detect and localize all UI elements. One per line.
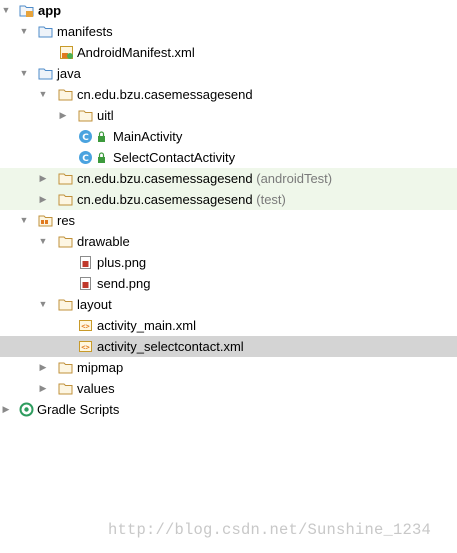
tree-label-layout: layout bbox=[77, 297, 112, 312]
tree-label-package-main: cn.edu.bzu.casemessagesend bbox=[77, 87, 253, 102]
tree-node-java[interactable]: ▼ java bbox=[0, 63, 457, 84]
source-set-suffix: (test) bbox=[256, 192, 286, 207]
tree-node-gradle-scripts[interactable]: ▶ Gradle Scripts bbox=[0, 399, 457, 420]
tree-node-main-activity[interactable]: C MainActivity bbox=[0, 126, 457, 147]
svg-text:C: C bbox=[82, 154, 89, 164]
tree-label-main-activity: MainActivity bbox=[113, 129, 183, 144]
tree-node-activity-main-xml[interactable]: <> activity_main.xml bbox=[0, 315, 457, 336]
expand-arrow-icon[interactable]: ▼ bbox=[0, 0, 12, 21]
tree-label-plus-png: plus.png bbox=[97, 255, 147, 270]
package-name: cn.edu.bzu.casemessagesend bbox=[77, 171, 253, 186]
tree-node-activity-selectcontact-xml[interactable]: <> activity_selectcontact.xml bbox=[0, 336, 457, 357]
tree-label-java: java bbox=[57, 66, 81, 81]
collapse-arrow-icon[interactable]: ▶ bbox=[0, 399, 12, 420]
folder-icon bbox=[58, 236, 73, 248]
tree-node-values[interactable]: ▶ values bbox=[0, 378, 457, 399]
collapse-arrow-icon[interactable]: ▶ bbox=[37, 189, 49, 210]
collapse-arrow-icon[interactable]: ▶ bbox=[37, 378, 49, 399]
collapse-arrow-icon[interactable]: ▶ bbox=[37, 168, 49, 189]
expand-arrow-icon[interactable]: ▼ bbox=[18, 210, 30, 231]
tree-label-activity-selectcontact-xml: activity_selectcontact.xml bbox=[97, 339, 244, 354]
tree-label-app: app bbox=[38, 3, 62, 18]
package-folder-icon bbox=[78, 110, 93, 122]
watermark-text: http://blog.csdn.net/Sunshine_1234 bbox=[108, 521, 432, 539]
svg-text:C: C bbox=[82, 133, 89, 143]
tree-node-uitl[interactable]: ▶ uitl bbox=[0, 105, 457, 126]
folder-icon bbox=[38, 26, 53, 38]
image-file-icon bbox=[80, 277, 91, 290]
tree-node-layout[interactable]: ▼ layout bbox=[0, 294, 457, 315]
folder-icon bbox=[38, 68, 53, 80]
tree-label-mipmap: mipmap bbox=[77, 360, 124, 375]
tree-label-send-png: send.png bbox=[97, 276, 151, 291]
lock-icon bbox=[98, 152, 105, 163]
expand-arrow-icon[interactable]: ▼ bbox=[18, 21, 30, 42]
tree-node-send-png[interactable]: send.png bbox=[0, 273, 457, 294]
tree-label-android-manifest: AndroidManifest.xml bbox=[77, 45, 195, 60]
tree-node-package-test[interactable]: ▶ cn.edu.bzu.casemessagesend (test) bbox=[0, 189, 457, 210]
tree-node-manifests[interactable]: ▼ manifests bbox=[0, 21, 457, 42]
tree-label-res: res bbox=[57, 213, 76, 228]
tree-label-package-test: cn.edu.bzu.casemessagesend (test) bbox=[77, 189, 286, 210]
layout-xml-file-icon: <> bbox=[79, 320, 92, 331]
expand-arrow-icon[interactable]: ▼ bbox=[18, 63, 30, 84]
tree-label-package-android-test: cn.edu.bzu.casemessagesend (androidTest) bbox=[77, 168, 332, 189]
resources-folder-icon bbox=[38, 215, 53, 227]
tree-node-android-manifest[interactable]: AndroidManifest.xml bbox=[0, 42, 457, 63]
tree-node-drawable[interactable]: ▼ drawable bbox=[0, 231, 457, 252]
expand-arrow-icon[interactable]: ▼ bbox=[37, 294, 49, 315]
tree-node-app[interactable]: ▼ app bbox=[0, 0, 457, 21]
expand-arrow-icon[interactable]: ▼ bbox=[37, 231, 49, 252]
tree-node-package-android-test[interactable]: ▶ cn.edu.bzu.casemessagesend (androidTes… bbox=[0, 168, 457, 189]
package-folder-icon bbox=[58, 194, 73, 206]
package-name: cn.edu.bzu.casemessagesend bbox=[77, 192, 253, 207]
svg-text:<>: <> bbox=[81, 344, 89, 352]
package-folder-icon bbox=[58, 89, 73, 101]
module-folder-icon bbox=[19, 5, 34, 17]
tree-node-mipmap[interactable]: ▶ mipmap bbox=[0, 357, 457, 378]
tree-label-values: values bbox=[77, 381, 115, 396]
project-tree: ▼ app ▼ manifests AndroidManifest.xml ▼ … bbox=[0, 0, 457, 420]
tree-node-res[interactable]: ▼ res bbox=[0, 210, 457, 231]
gradle-icon bbox=[19, 402, 34, 417]
tree-label-activity-main-xml: activity_main.xml bbox=[97, 318, 196, 333]
lock-icon bbox=[98, 131, 105, 142]
expand-arrow-icon[interactable]: ▼ bbox=[37, 84, 49, 105]
tree-node-select-contact-activity[interactable]: C SelectContactActivity bbox=[0, 147, 457, 168]
folder-icon bbox=[58, 362, 73, 374]
folder-icon bbox=[58, 299, 73, 311]
tree-label-uitl: uitl bbox=[97, 108, 114, 123]
layout-xml-file-icon: <> bbox=[79, 341, 92, 352]
collapse-arrow-icon[interactable]: ▶ bbox=[37, 357, 49, 378]
source-set-suffix: (androidTest) bbox=[256, 171, 333, 186]
manifest-file-icon bbox=[60, 46, 73, 59]
tree-label-manifests: manifests bbox=[57, 24, 113, 39]
tree-label-drawable: drawable bbox=[77, 234, 130, 249]
tree-label-select-contact-activity: SelectContactActivity bbox=[113, 150, 236, 165]
package-folder-icon bbox=[58, 173, 73, 185]
tree-label-gradle-scripts: Gradle Scripts bbox=[37, 402, 120, 417]
folder-icon bbox=[58, 383, 73, 395]
tree-node-package-main[interactable]: ▼ cn.edu.bzu.casemessagesend bbox=[0, 84, 457, 105]
tree-node-plus-png[interactable]: plus.png bbox=[0, 252, 457, 273]
image-file-icon bbox=[80, 256, 91, 269]
class-icon: C bbox=[79, 130, 92, 143]
svg-text:<>: <> bbox=[81, 323, 89, 331]
collapse-arrow-icon[interactable]: ▶ bbox=[57, 105, 69, 126]
class-icon: C bbox=[79, 151, 92, 164]
